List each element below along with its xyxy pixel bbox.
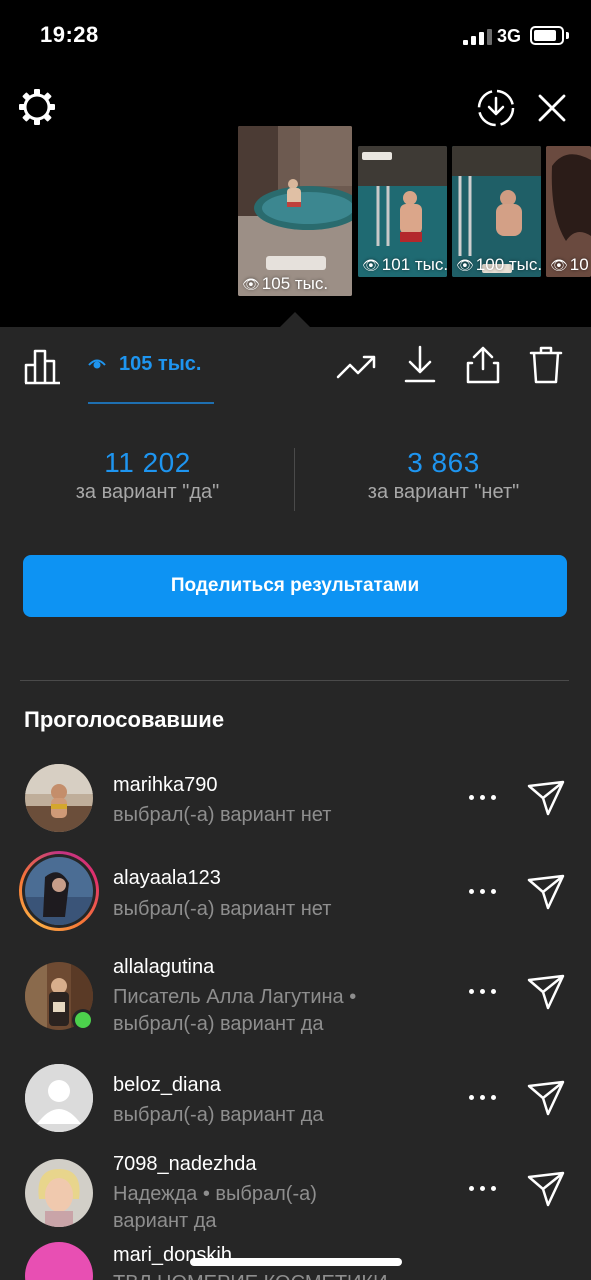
send-icon[interactable]	[526, 1078, 566, 1118]
default-avatar-icon	[25, 1064, 93, 1132]
voter-choice: выбрал(-а) вариант да	[113, 1013, 324, 1035]
voter-bio: Писатель Алла Лагутина •	[113, 986, 357, 1008]
send-icon[interactable]	[526, 1169, 566, 1209]
voter-row[interactable]: marihka790 выбрал(-а) вариант нет	[0, 764, 591, 832]
avatar[interactable]	[25, 857, 93, 925]
voter-choice: выбрал(-а) вариант нет	[113, 898, 332, 920]
battery-tip	[566, 32, 569, 39]
voter-choice: выбрал(-а) вариант нет	[113, 804, 332, 826]
counts-divider	[294, 448, 295, 511]
download-icon[interactable]	[402, 345, 438, 385]
voter-bio: ТВЛ НОМЕРИЕ КОСМЕТИКИ	[113, 1270, 387, 1280]
share-icon[interactable]	[464, 345, 502, 385]
more-options-button[interactable]	[466, 788, 500, 808]
voter-row[interactable]: beloz_diana выбрал(-а) вариант да	[0, 1064, 591, 1132]
download-circle-icon[interactable]	[476, 88, 516, 128]
voter-username[interactable]: 7098_nadezhda	[113, 1153, 256, 1176]
story-thumbnail-image	[238, 126, 352, 296]
avatar[interactable]	[25, 1159, 93, 1227]
insights-panel: 105 тыс. 11 202 за вариант "да" 3 863 за…	[0, 327, 591, 1280]
eye-icon	[88, 359, 106, 369]
section-divider	[20, 680, 569, 681]
yes-count-block: 11 202 за вариант "да"	[0, 447, 295, 504]
voter-username[interactable]: alayaala123	[113, 867, 221, 890]
thumbnail-views-4: 👁 10	[550, 255, 589, 274]
trending-icon[interactable]	[336, 351, 378, 383]
status-bar: 19:28 3G	[0, 0, 591, 72]
online-indicator	[75, 1012, 91, 1028]
more-options-button[interactable]	[466, 1088, 500, 1108]
more-options-button[interactable]	[466, 882, 500, 902]
selection-pointer	[280, 312, 310, 327]
tab-viewers-count: 105 тыс.	[119, 353, 202, 375]
thumbnail-views-3: 👁 100 тыс.	[456, 255, 541, 274]
more-options-button[interactable]	[466, 982, 500, 1002]
home-indicator[interactable]	[190, 1258, 402, 1266]
voter-bio: Надежда • выбрал(-а)	[113, 1183, 317, 1205]
no-count: 3 863	[407, 447, 480, 478]
story-strip: 👁 105 тыс. 👁 101 тыс. 👁 100 тыс. 👁 10	[0, 72, 591, 327]
avatar-placeholder[interactable]	[25, 1064, 93, 1132]
close-icon[interactable]	[536, 92, 568, 124]
story-thumbnail-1[interactable]: 👁 105 тыс.	[238, 126, 352, 296]
send-icon[interactable]	[526, 872, 566, 912]
story-thumbnail-2[interactable]: 👁 101 тыс.	[358, 146, 447, 277]
voter-username[interactable]: marihka790	[113, 774, 218, 797]
trash-icon[interactable]	[528, 345, 564, 385]
tab-underline	[88, 402, 214, 404]
thumbnail-views-2: 👁 101 тыс.	[362, 255, 447, 274]
battery-icon	[530, 26, 564, 45]
status-time: 19:28	[40, 22, 99, 47]
send-icon[interactable]	[526, 972, 566, 1012]
bar-chart-icon[interactable]	[24, 347, 62, 385]
signal-icon	[463, 29, 492, 45]
send-icon[interactable]	[526, 778, 566, 818]
yes-count: 11 202	[104, 447, 191, 478]
story-thumbnail-4[interactable]: 👁 10	[546, 146, 591, 277]
avatar-image	[25, 857, 93, 925]
more-options-button[interactable]	[466, 1179, 500, 1199]
voter-row[interactable]: allalagutina Писатель Алла Лагутина • вы…	[0, 956, 591, 1035]
poll-counts: 11 202 за вариант "да" 3 863 за вариант …	[0, 447, 591, 517]
settings-icon[interactable]	[18, 88, 56, 126]
voter-row[interactable]: 7098_nadezhda Надежда • выбрал(-а) вариа…	[0, 1153, 591, 1232]
no-label: за вариант "нет"	[367, 481, 520, 503]
no-count-block: 3 863 за вариант "нет"	[296, 447, 591, 504]
voters-title: Проголосовавшие	[24, 707, 225, 732]
yes-label: за вариант "да"	[75, 481, 220, 503]
voter-username[interactable]: allalagutina	[113, 956, 214, 979]
avatar-image	[25, 1159, 93, 1227]
voter-choice: вариант да	[113, 1210, 217, 1232]
voter-row[interactable]: alayaala123 выбрал(-а) вариант нет	[0, 851, 591, 931]
avatar[interactable]	[25, 764, 93, 832]
thumbnail-views-1: 👁 105 тыс.	[242, 274, 329, 293]
network-label: 3G	[497, 26, 522, 46]
share-results-button[interactable]: Поделиться результатами	[23, 555, 567, 617]
voter-choice: выбрал(-а) вариант да	[113, 1104, 324, 1126]
story-thumbnail-3[interactable]: 👁 100 тыс.	[452, 146, 541, 277]
avatar[interactable]	[25, 1242, 93, 1280]
avatar-image	[25, 764, 93, 832]
voter-username[interactable]: beloz_diana	[113, 1074, 221, 1097]
